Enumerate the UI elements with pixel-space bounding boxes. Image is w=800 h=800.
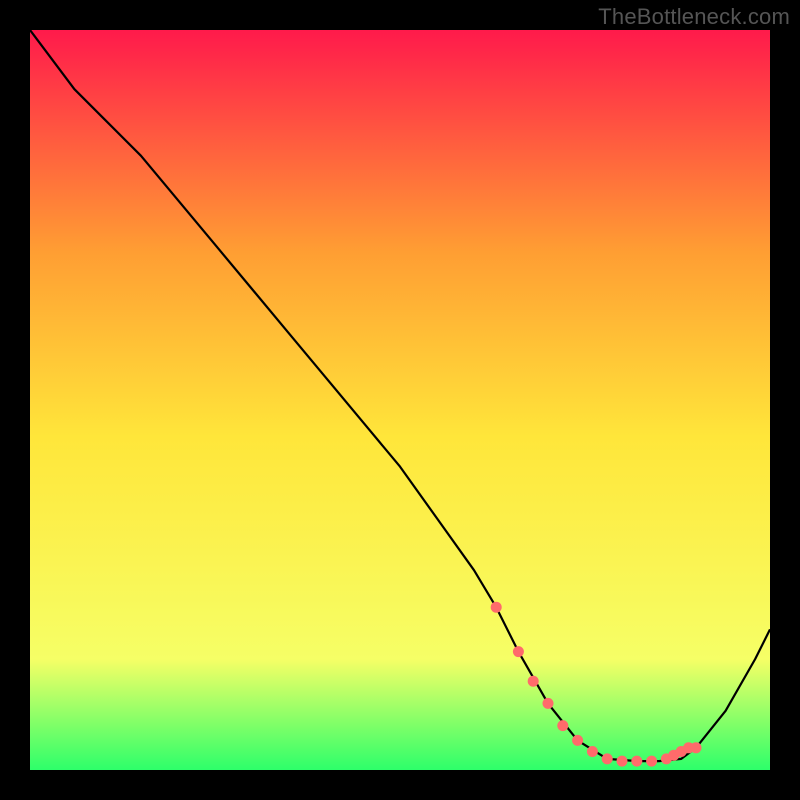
- marker-point: [631, 756, 642, 767]
- marker-point: [602, 753, 613, 764]
- marker-point: [646, 756, 657, 767]
- marker-point: [491, 602, 502, 613]
- marker-point: [617, 756, 628, 767]
- marker-point: [513, 646, 524, 657]
- watermark-label: TheBottleneck.com: [598, 4, 790, 30]
- marker-point: [572, 735, 583, 746]
- chart-frame: TheBottleneck.com: [0, 0, 800, 800]
- marker-point: [557, 720, 568, 731]
- marker-point: [528, 676, 539, 687]
- marker-point: [543, 698, 554, 709]
- marker-point: [691, 742, 702, 753]
- marker-point: [587, 746, 598, 757]
- plot-area: [30, 30, 770, 770]
- gradient-background: [30, 30, 770, 770]
- chart-svg: [30, 30, 770, 770]
